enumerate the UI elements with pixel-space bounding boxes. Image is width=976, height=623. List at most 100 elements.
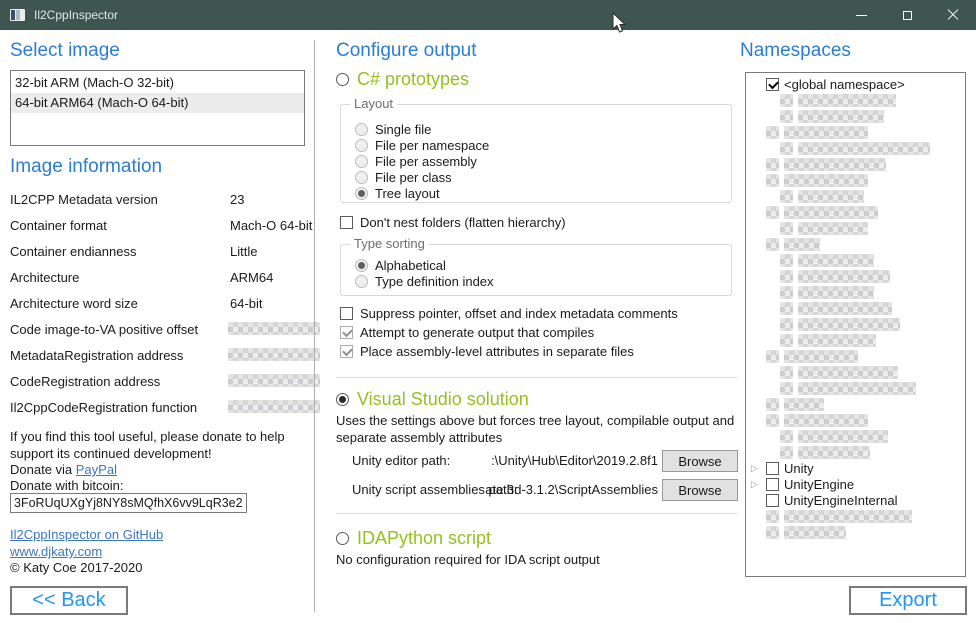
checkbox-icon[interactable] [766,478,779,491]
radio-icon [355,155,368,168]
redacted-label [784,526,846,539]
redacted-label [798,430,888,443]
image-info-table: IL2CPP Metadata version23 Container form… [10,186,306,420]
donate-bitcoin-label: Donate with bitcoin: [10,478,123,493]
github-link[interactable]: Il2CppInspector on GitHub [10,527,163,542]
radio-file-per-class[interactable]: File per class [355,169,452,185]
redacted-label [784,238,820,251]
namespace-redacted-row [746,525,965,541]
column-separator [314,40,315,612]
redacted-checkbox [780,430,793,443]
namespace-redacted-row [746,221,965,237]
redacted-checkbox [766,238,779,251]
radio-visual-studio-solution[interactable]: Visual Studio solution [336,389,529,410]
redacted-label [784,350,858,363]
redacted-checkbox [780,254,793,267]
redacted-checkbox [780,382,793,395]
radio-icon [336,532,349,545]
checkbox-separate-attribute-files[interactable]: Place assembly-level attributes in separ… [340,343,634,359]
redacted-value [228,322,320,335]
namespace-item-unityengine[interactable]: UnityEngine [746,477,965,493]
info-row: Il2CppCodeRegistration function [10,394,306,420]
website-link[interactable]: www.djkaty.com [10,544,102,559]
redacted-value [228,374,320,387]
expander-icon[interactable] [751,479,758,490]
radio-csharp-prototypes[interactable]: C# prototypes [336,69,469,90]
unity-editor-path-label: Unity editor path: [352,453,450,468]
close-icon [947,9,959,21]
image-list-item-selected[interactable]: 64-bit ARM64 (Mach-O 64-bit) [11,93,304,113]
checkbox-icon[interactable] [766,78,779,91]
radio-icon [355,275,368,288]
namespace-redacted-row [746,109,965,125]
browse-editor-path-button[interactable]: Browse [662,450,738,472]
select-image-heading: Select image [10,40,120,62]
namespace-redacted-row [746,381,965,397]
redacted-checkbox [766,126,779,139]
checkbox-icon[interactable] [766,494,779,507]
redacted-label [784,206,878,219]
radio-idapython-script[interactable]: IDAPython script [336,528,491,549]
checkbox-compilable-output[interactable]: Attempt to generate output that compiles [340,324,594,340]
radio-file-per-namespace[interactable]: File per namespace [355,137,489,153]
checkbox-icon [340,216,353,229]
namespace-redacted-row [746,317,965,333]
redacted-label [798,334,876,347]
redacted-checkbox [766,398,779,411]
namespace-item-unityengineinternal[interactable]: UnityEngineInternal [746,493,965,509]
radio-single-file[interactable]: Single file [355,121,431,137]
radio-tree-layout[interactable]: Tree layout [355,185,440,201]
radio-icon [355,139,368,152]
namespace-redacted-row [746,141,965,157]
image-information-heading: Image information [10,156,162,178]
back-button[interactable]: << Back [10,586,128,615]
radio-icon [355,171,368,184]
namespace-item-global[interactable]: <global namespace> [746,77,965,93]
copyright-text: © Katy Coe 2017-2020 [10,560,142,575]
radio-alphabetical[interactable]: Alphabetical [355,257,446,273]
unity-editor-path-value[interactable]: :\Unity\Hub\Editor\2019.2.8f1 [480,453,658,468]
checkbox-icon[interactable] [766,462,779,475]
title-bar: Il2CppInspector [0,0,976,30]
configure-output-heading: Configure output [336,40,477,62]
checkbox-flatten-hierarchy[interactable]: Don't nest folders (flatten hierarchy) [340,214,566,230]
unity-script-assemblies-path-value[interactable]: ate.3d-3.1.2\ScriptAssemblies [480,482,658,497]
redacted-checkbox [766,158,779,171]
info-row: Code image-to-VA positive offset [10,316,306,342]
info-row: MetadataRegistration address [10,342,306,368]
redacted-checkbox [780,318,793,331]
idapython-description: No configuration required for IDA script… [336,551,600,568]
namespace-redacted-row [746,397,965,413]
minimize-icon [856,15,867,16]
info-row: Architecture word size64-bit [10,290,306,316]
redacted-label [784,398,824,411]
redacted-checkbox [766,174,779,187]
image-list-item[interactable]: 32-bit ARM (Mach-O 32-bit) [11,73,304,93]
namespaces-heading: Namespaces [740,40,851,62]
namespace-redacted-row [746,189,965,205]
radio-icon [355,259,368,272]
namespace-redacted-row [746,301,965,317]
paypal-link[interactable]: PayPal [76,462,117,477]
redacted-label [798,382,916,395]
info-row: IL2CPP Metadata version23 [10,186,306,212]
minimize-button[interactable] [838,0,884,30]
section-separator [336,513,737,514]
namespace-redacted-row [746,125,965,141]
export-button[interactable]: Export [849,586,967,615]
redacted-label [798,254,874,267]
radio-file-per-assembly[interactable]: File per assembly [355,153,477,169]
bitcoin-address-input[interactable] [10,493,247,513]
redacted-value [228,348,320,361]
expander-icon[interactable] [751,463,758,474]
redacted-label [798,270,890,283]
checkbox-suppress-comments[interactable]: Suppress pointer, offset and index metad… [340,305,678,321]
namespace-redacted-row [746,333,965,349]
browse-script-assemblies-button[interactable]: Browse [662,479,738,501]
maximize-button[interactable] [884,0,930,30]
radio-icon [336,73,349,86]
namespace-item-unity[interactable]: Unity [746,461,965,477]
namespace-redacted-row [746,205,965,221]
radio-type-definition-index[interactable]: Type definition index [355,273,494,289]
close-button[interactable] [930,0,976,30]
